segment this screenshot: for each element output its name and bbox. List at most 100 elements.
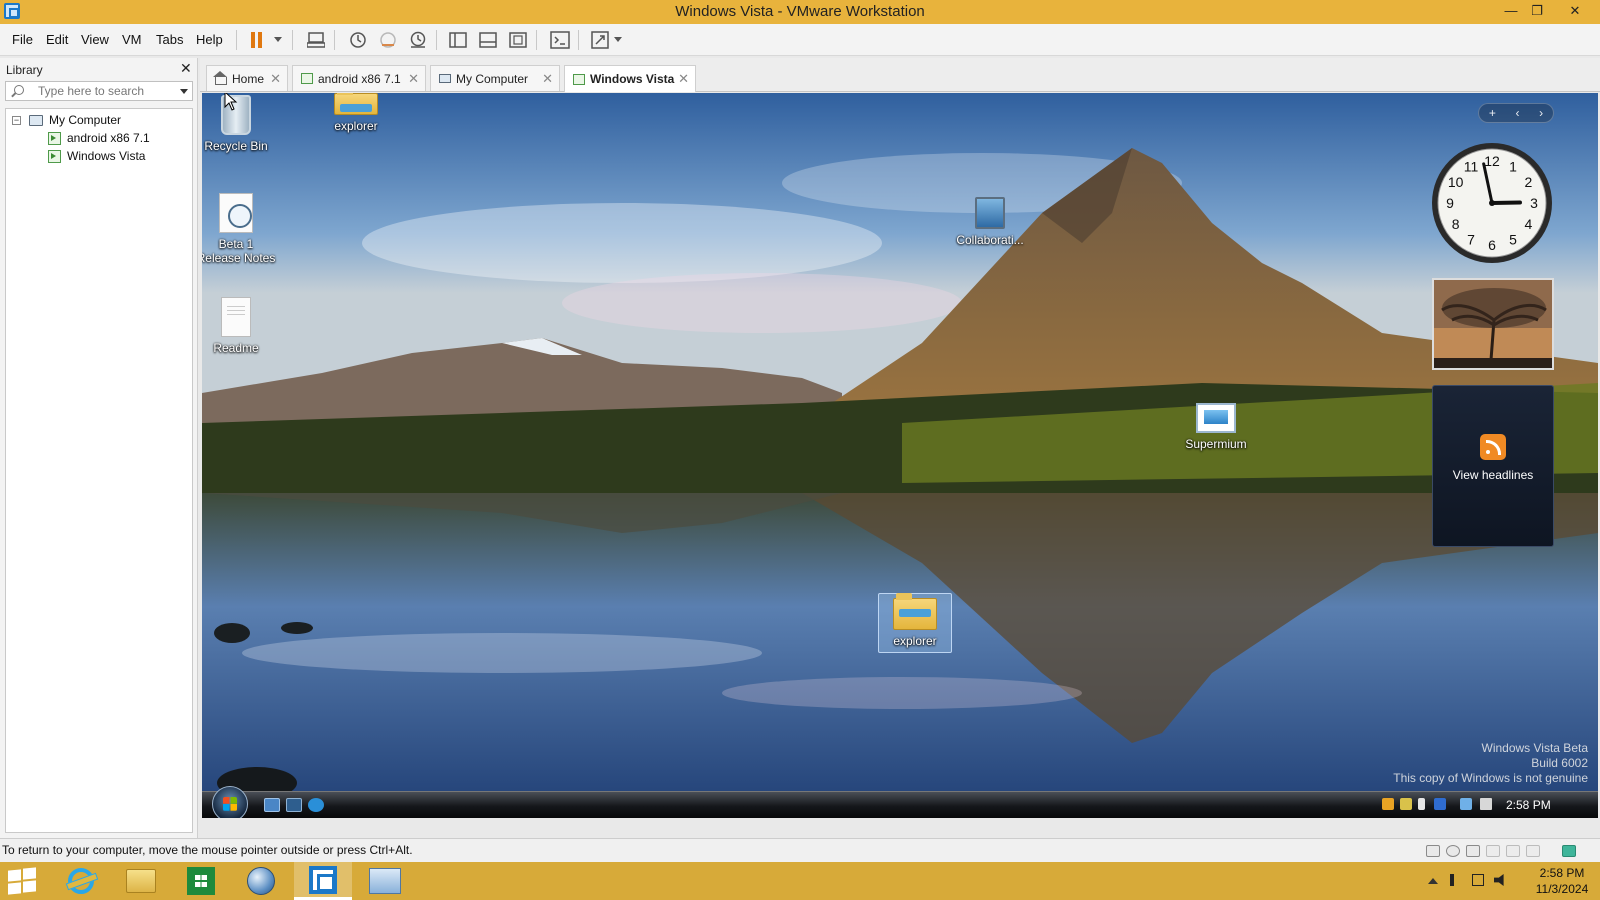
taskbar-file-explorer[interactable] — [112, 862, 170, 900]
collapse-toggle-icon[interactable]: − — [12, 115, 21, 125]
vmware-icon — [309, 865, 337, 894]
vista-guest-desktop[interactable]: Recycle Bin explorer Beta 1 Release Note… — [202, 93, 1598, 818]
desktop-icon-label: Recycle Bin — [204, 139, 268, 153]
start-orb-icon[interactable] — [212, 786, 248, 818]
revert-snapshot-icon[interactable] — [376, 29, 400, 51]
vm-icon — [573, 73, 585, 85]
power-dropdown-chevron-icon[interactable] — [274, 37, 282, 42]
library-view-icon[interactable] — [446, 29, 470, 51]
full-screen-icon[interactable] — [506, 29, 530, 51]
menu-tabs[interactable]: Tabs — [156, 32, 183, 47]
feed-headlines-gadget[interactable]: View headlines — [1432, 385, 1554, 547]
sound-icon[interactable] — [1526, 845, 1540, 857]
volume-icon[interactable] — [1480, 798, 1492, 810]
taskbar-browser[interactable] — [232, 862, 290, 900]
network-warning-icon[interactable] — [1400, 798, 1412, 810]
menu-help[interactable]: Help — [196, 32, 223, 47]
taskbar-internet-explorer[interactable] — [52, 862, 110, 900]
gadget-next-button[interactable]: › — [1539, 106, 1543, 120]
window-title: Windows Vista - VMware Workstation — [675, 3, 925, 20]
thumbnail-bar-icon[interactable] — [476, 29, 500, 51]
menu-view[interactable]: View — [81, 32, 109, 47]
desktop-icon-label: explorer — [334, 119, 378, 133]
show-hidden-icons-icon[interactable] — [1428, 878, 1438, 884]
add-gadget-button[interactable]: + — [1489, 106, 1496, 120]
tree-item-my-computer[interactable]: − My Computer — [12, 111, 121, 129]
search-dropdown-chevron-icon[interactable] — [180, 89, 188, 94]
snapshot-icon[interactable] — [346, 29, 370, 51]
desktop-icon-label: explorer — [893, 634, 937, 648]
windows-sidebar-icon[interactable] — [1434, 798, 1446, 810]
desktop-icon-collaboration[interactable]: Collaborati... — [950, 197, 1030, 247]
tab-close-button[interactable]: ✕ — [270, 71, 281, 87]
stretch-dropdown-chevron-icon[interactable] — [614, 37, 622, 42]
tab-close-button[interactable]: ✕ — [542, 71, 553, 87]
slideshow-gadget[interactable] — [1432, 278, 1554, 370]
minimize-button[interactable]: — — [1498, 0, 1524, 22]
internet-explorer-icon[interactable] — [308, 798, 324, 812]
view-headlines-link[interactable]: View headlines — [1433, 468, 1553, 482]
desktop-icon-recycle-bin[interactable]: Recycle Bin — [202, 95, 276, 153]
toolbar-separator — [334, 30, 335, 50]
desktop-icon-explorer[interactable]: explorer — [878, 593, 952, 653]
action-center-flag-icon[interactable] — [1450, 874, 1462, 886]
clock-numeral: 9 — [1446, 195, 1454, 211]
clock-numeral: 6 — [1488, 237, 1496, 253]
desktop-icon-release-notes[interactable]: Beta 1 Release Notes — [202, 193, 276, 265]
library-search-input[interactable] — [38, 83, 178, 99]
taskbar-store[interactable] — [172, 862, 230, 900]
battery-icon[interactable] — [1418, 798, 1425, 810]
tab-android-x86[interactable]: android x86 7.1 ✕ — [292, 65, 426, 91]
message-icon[interactable] — [1562, 845, 1576, 857]
computer-icon — [439, 74, 451, 83]
network-icon[interactable] — [1472, 874, 1484, 886]
security-shield-icon[interactable] — [1382, 798, 1394, 810]
clock-gadget[interactable]: 12 12 3 45678 9 1011 — [1430, 141, 1554, 265]
library-close-button[interactable]: ✕ — [180, 60, 192, 77]
restore-button[interactable]: ❐ — [1524, 0, 1550, 22]
remote-desktop-icon — [369, 868, 401, 894]
stretch-guest-icon[interactable] — [588, 29, 612, 51]
tree-item-label: Windows Vista — [67, 149, 146, 163]
close-window-button[interactable]: ✕ — [1552, 0, 1598, 22]
volume-muted-icon[interactable] — [1494, 874, 1504, 886]
snapshot-manager-icon[interactable] — [406, 29, 430, 51]
network-icon[interactable] — [1460, 798, 1472, 810]
gadget-prev-button[interactable]: ‹ — [1516, 106, 1520, 120]
usb-icon[interactable] — [1486, 845, 1500, 857]
network-adapter-icon[interactable] — [1466, 845, 1480, 857]
host-taskbar: 2:58 PM 11/3/2024 — [0, 862, 1600, 900]
tab-close-button[interactable]: ✕ — [678, 71, 689, 87]
show-desktop-icon[interactable] — [264, 798, 280, 812]
printer-icon[interactable] — [1506, 845, 1520, 857]
desktop-icon-readme[interactable]: Readme — [202, 297, 276, 355]
menu-file[interactable]: File — [12, 32, 33, 47]
tree-item-windows-vista[interactable]: Windows Vista — [48, 147, 145, 165]
console-view-icon[interactable] — [548, 29, 572, 51]
taskbar-remote-desktop[interactable] — [356, 862, 414, 900]
desktop-icon-explorer-top[interactable]: explorer — [316, 93, 396, 133]
pause-icon[interactable] — [244, 29, 268, 51]
watermark-line: This copy of Windows is not genuine — [1393, 771, 1588, 785]
switch-windows-icon[interactable] — [286, 798, 302, 812]
send-ctrl-alt-del-icon[interactable] — [304, 29, 328, 51]
host-clock[interactable]: 2:58 PM 11/3/2024 — [1528, 865, 1596, 897]
hard-disk-icon[interactable] — [1426, 845, 1440, 857]
menu-edit[interactable]: Edit — [46, 32, 68, 47]
windows-start-icon[interactable] — [8, 867, 38, 895]
tab-close-button[interactable]: ✕ — [408, 71, 419, 87]
taskbar-vmware[interactable] — [294, 862, 352, 900]
vmware-status-bar: To return to your computer, move the mou… — [0, 838, 1600, 862]
vista-clock[interactable]: 2:58 PM — [1506, 798, 1551, 812]
computer-icon — [29, 114, 43, 126]
store-icon — [187, 867, 215, 895]
menu-vm[interactable]: VM — [122, 32, 142, 47]
tree-item-android[interactable]: android x86 7.1 — [48, 129, 150, 147]
tab-windows-vista[interactable]: Windows Vista ✕ — [564, 65, 696, 92]
tab-home[interactable]: Home ✕ — [206, 65, 288, 91]
desktop-icon-supermium[interactable]: Supermium — [1176, 403, 1256, 451]
mouse-pointer-icon — [224, 93, 238, 111]
tab-my-computer[interactable]: My Computer ✕ — [430, 65, 560, 91]
library-search-box[interactable] — [5, 81, 193, 101]
cd-dvd-icon[interactable] — [1446, 845, 1460, 857]
